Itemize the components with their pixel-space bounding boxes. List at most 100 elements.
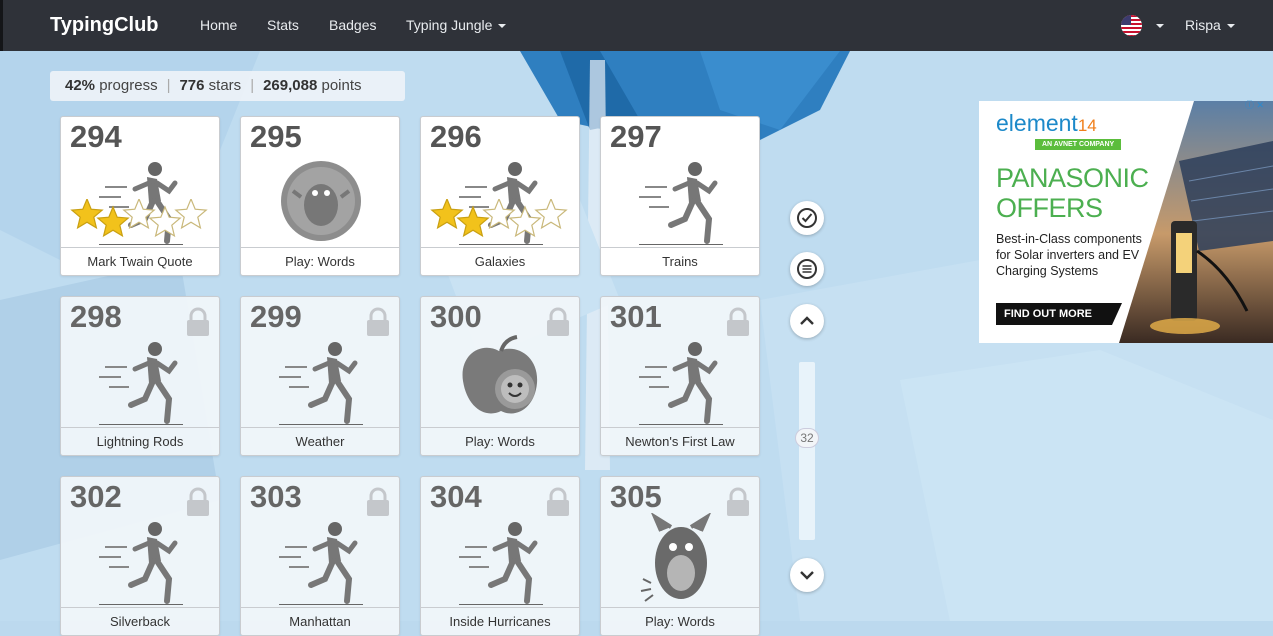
empty-star-icon <box>174 197 208 230</box>
us-flag-icon[interactable] <box>1121 15 1142 36</box>
lesson-number: 300 <box>430 299 482 334</box>
runner-icon <box>631 333 731 426</box>
lesson-tile[interactable]: 302 Silverback <box>60 476 220 636</box>
empty-star-icon <box>148 205 182 238</box>
lock-icon <box>185 487 211 517</box>
check-circle-icon <box>797 208 817 228</box>
lesson-number: 299 <box>250 299 302 334</box>
lesson-number: 302 <box>70 479 122 514</box>
ad-logo-text: element <box>996 110 1078 136</box>
lesson-title: Lightning Rods <box>61 427 219 455</box>
runner-icon <box>91 513 191 606</box>
lesson-tile[interactable]: 297 Trains <box>600 116 760 276</box>
ad-logo-subtitle: AN AVNET COMPANY <box>1035 139 1122 150</box>
ad-choices-close-icon[interactable]: ⓘ ✕ <box>1245 98 1273 110</box>
advertisement-banner[interactable]: element14 AN AVNET COMPANY PANASONIC OFFE… <box>979 101 1273 343</box>
lesson-tile[interactable]: 301 Newton's First Law <box>600 296 760 456</box>
nav-typing-jungle[interactable]: Typing Jungle <box>406 17 507 33</box>
menu-button[interactable] <box>790 252 824 286</box>
lesson-tile[interactable]: 298 Lightning Rods <box>60 296 220 456</box>
lock-icon <box>365 487 391 517</box>
game-bubble-icon <box>271 153 371 245</box>
nav-home[interactable]: Home <box>200 17 237 33</box>
user-name: Rispa <box>1185 17 1221 33</box>
ad-logo-suffix: 14 <box>1077 116 1097 135</box>
runner-icon <box>271 513 371 606</box>
lesson-number: 296 <box>430 119 482 154</box>
lesson-tile[interactable]: 303 Manhattan <box>240 476 400 636</box>
nav-badges[interactable]: Badges <box>329 17 376 33</box>
points-label: points <box>321 77 362 94</box>
lesson-title: Manhattan <box>241 607 399 635</box>
lesson-tile[interactable]: 296 Galaxies <box>420 116 580 276</box>
lesson-number: 305 <box>610 479 662 514</box>
filled-star-icon <box>430 197 464 230</box>
lesson-number: 298 <box>70 299 122 334</box>
divider: | <box>166 77 171 94</box>
chevron-down-icon <box>800 571 814 580</box>
lesson-number: 297 <box>610 119 662 154</box>
scroll-down-button[interactable] <box>790 558 824 592</box>
lesson-number: 303 <box>250 479 302 514</box>
top-navbar: TypingClub Home Stats Badges Typing Jung… <box>0 0 1273 51</box>
lesson-number: 294 <box>70 119 122 154</box>
check-circle-button[interactable] <box>790 201 824 235</box>
lock-icon <box>545 487 571 517</box>
lesson-title: Weather <box>241 427 399 455</box>
lesson-number: 295 <box>250 119 302 154</box>
language-chevron-down-icon[interactable] <box>1156 24 1164 28</box>
chevron-up-icon <box>800 316 814 325</box>
progress-percent: 42% <box>65 77 96 94</box>
runner-icon <box>451 513 551 606</box>
scroll-up-button[interactable] <box>790 304 824 338</box>
user-menu[interactable]: Rispa <box>1185 17 1235 33</box>
lesson-number: 304 <box>430 479 482 514</box>
chevron-down-icon <box>498 24 507 29</box>
lock-icon <box>725 307 751 337</box>
chevron-down-icon <box>1226 24 1235 29</box>
divider: | <box>250 77 255 94</box>
lock-icon <box>725 487 751 517</box>
stars-label: stars <box>208 77 242 94</box>
star-rating <box>429 197 574 241</box>
filled-star-icon <box>70 197 104 230</box>
lesson-title: Play: Words <box>421 427 579 455</box>
empty-star-icon <box>508 205 542 238</box>
monster-icon <box>631 511 731 605</box>
star-rating <box>69 197 214 241</box>
progress-summary: 42% progress | 776 stars | 269,088 points <box>50 71 405 101</box>
lock-icon <box>545 307 571 337</box>
lesson-title: Newton's First Law <box>601 427 759 455</box>
lesson-tile[interactable]: 300 Play: Words <box>420 296 580 456</box>
ad-find-out-more-button[interactable]: FIND OUT MORE <box>996 303 1122 325</box>
filled-star-icon <box>456 205 490 238</box>
ad-logo: element14 <box>996 110 1097 137</box>
lock-icon <box>185 307 211 337</box>
lesson-title: Play: Words <box>241 247 399 275</box>
empty-star-icon <box>482 197 516 230</box>
ad-ev-charger-image <box>1119 101 1273 343</box>
lock-icon <box>365 307 391 337</box>
runner-icon <box>91 333 191 426</box>
runner-icon <box>631 153 731 246</box>
lesson-title: Trains <box>601 247 759 275</box>
lesson-tile[interactable]: 299 Weather <box>240 296 400 456</box>
lesson-tile[interactable]: 304 Inside Hurricanes <box>420 476 580 636</box>
runner-icon <box>271 333 371 426</box>
points-count: 269,088 <box>263 77 318 94</box>
apple-worm-icon <box>451 333 551 425</box>
stars-count: 776 <box>179 77 205 94</box>
lesson-title: Inside Hurricanes <box>421 607 579 635</box>
lesson-tile[interactable]: 294 Mark Twain Quote <box>60 116 220 276</box>
lesson-title: Play: Words <box>601 607 759 635</box>
nav-typing-jungle-label: Typing Jungle <box>406 17 493 33</box>
scroll-position[interactable]: 32 <box>795 428 819 448</box>
nav-stats[interactable]: Stats <box>267 17 299 33</box>
scroll-track[interactable] <box>799 362 815 540</box>
brand-logo[interactable]: TypingClub <box>50 14 159 37</box>
lesson-number: 301 <box>610 299 662 334</box>
lesson-title: Silverback <box>61 607 219 635</box>
lesson-tile[interactable]: 295 Play: Words <box>240 116 400 276</box>
filled-star-icon <box>96 205 130 238</box>
lesson-tile[interactable]: 305 Play: Words <box>600 476 760 636</box>
